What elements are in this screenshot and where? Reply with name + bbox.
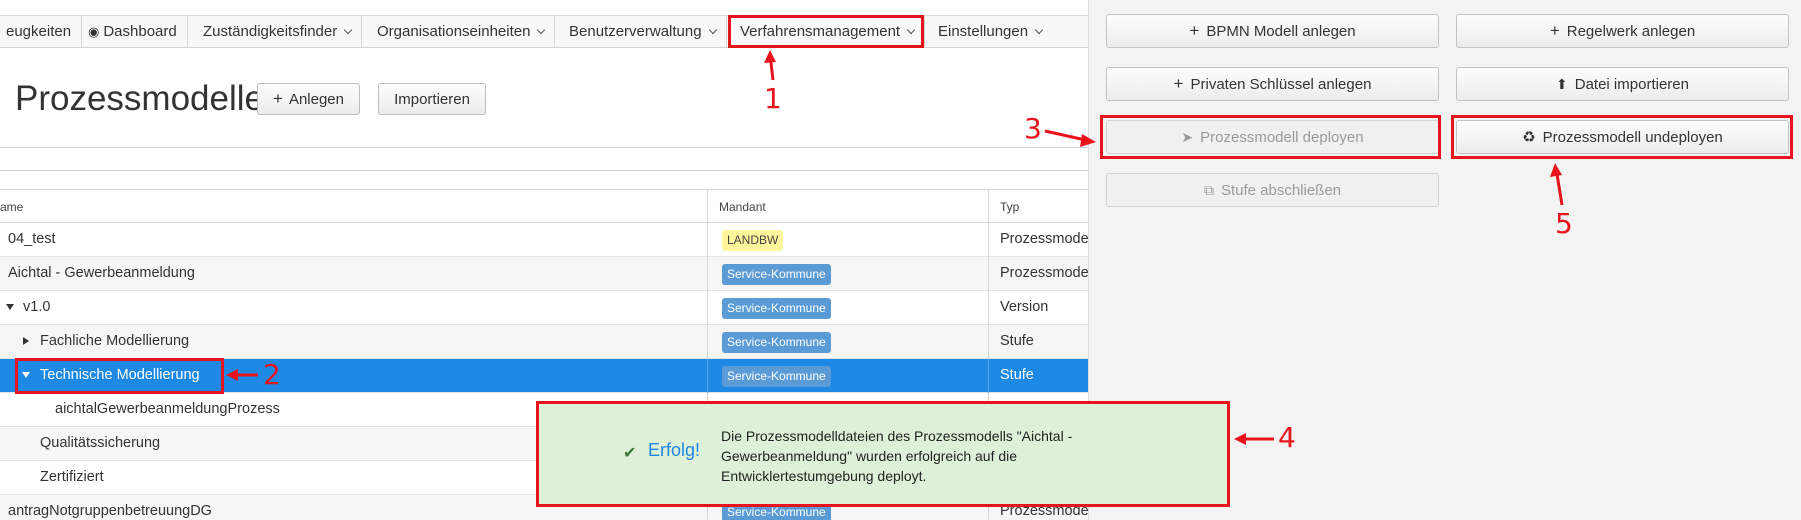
row-name: Zertifiziert (40, 469, 104, 485)
create-private-key-button[interactable]: + Privaten Schlüssel anlegen (1106, 67, 1439, 101)
annotation-number-5: 5 (1555, 207, 1573, 240)
expand-toggle[interactable] (23, 325, 29, 358)
mandant-badge: Service-Kommune (722, 298, 831, 319)
expand-toggle[interactable] (6, 291, 14, 324)
import-file-button[interactable]: ⬆ Datei importieren (1456, 67, 1789, 101)
table-row[interactable]: Aichtal - Gewerbeanmeldung Service-Kommu… (0, 257, 1089, 291)
arrowhead-1 (764, 50, 776, 63)
nav-item-label: Zuständigkeitsfinder (203, 23, 338, 40)
row-name: v1.0 (23, 299, 51, 315)
chevron-down-icon (344, 25, 353, 34)
plus-icon: + (1173, 74, 1184, 93)
nav-item-einstellungen[interactable]: Einstellungen (928, 16, 1052, 47)
mandant-badge: Service-Kommune (722, 264, 831, 285)
table-header: ame Mandant Typ (0, 189, 1088, 224)
row-type: Stufe (1000, 333, 1034, 349)
mandant-badge: Service-Kommune (722, 366, 831, 387)
nav-item-label: eugkeiten (6, 23, 72, 40)
button-label: Stufe abschließen (1220, 181, 1342, 199)
column-divider (988, 190, 989, 224)
annotation-box-2 (15, 358, 224, 394)
import-button[interactable]: Importieren (378, 83, 486, 115)
column-divider (707, 223, 708, 257)
copy-icon: ⧉ (1203, 181, 1214, 198)
nav-item-zustaendigkeiten[interactable]: eugkeiten (0, 16, 83, 47)
nav-item-label: Dashboard (103, 23, 177, 40)
mandant-badge: LANDBW (722, 230, 784, 251)
column-divider (988, 359, 989, 393)
annotation-number-4: 4 (1278, 421, 1296, 454)
import-button-label: Importieren (394, 90, 470, 108)
table-row[interactable]: v1.0 Service-Kommune Version (0, 291, 1088, 325)
chevron-down-icon (708, 25, 717, 34)
column-divider (988, 257, 989, 291)
row-type: Stufe (1000, 367, 1034, 383)
create-button[interactable]: + Anlegen (257, 83, 360, 115)
row-name: Aichtal - Gewerbeanmeldung (8, 265, 195, 281)
create-button-label: Anlegen (288, 90, 344, 108)
annotation-box-5 (1451, 115, 1793, 159)
arrow-1 (768, 53, 775, 81)
create-regelwerk-button[interactable]: + Regelwerk anlegen (1456, 14, 1789, 48)
nav-item-label: Organisationseinheiten (377, 23, 531, 40)
row-name: 04_test (8, 231, 56, 247)
main-navbar: eugkeiten ◉ Dashboard Zuständigkeitsfind… (0, 15, 1088, 48)
nav-item-benutzerverwaltung[interactable]: Benutzerverwaltung (559, 16, 727, 47)
row-name: Qualitätssicherung (40, 435, 161, 451)
button-label: Regelwerk anlegen (1566, 22, 1696, 40)
mandant-badge: Service-Kommune (722, 332, 831, 353)
divider (0, 147, 1088, 148)
column-divider (988, 325, 989, 359)
column-divider (988, 223, 989, 257)
row-type: Version (1000, 299, 1049, 315)
column-divider (707, 291, 708, 325)
button-label: Privaten Schlüssel anlegen (1190, 75, 1372, 93)
caret-down-icon (6, 304, 14, 311)
table-row[interactable]: 04_test LANDBW Prozessmode (0, 223, 1089, 257)
button-label: BPMN Modell anlegen (1206, 22, 1356, 40)
page-title: Prozessmodelle (15, 79, 264, 118)
button-label: Datei importieren (1574, 75, 1689, 93)
column-divider (707, 190, 708, 224)
close-stage-button[interactable]: ⧉ Stufe abschließen (1106, 173, 1439, 207)
annotation-box-4 (536, 401, 1230, 507)
column-divider (707, 359, 708, 393)
chevron-down-icon (1034, 25, 1044, 34)
nav-item-zustaendigkeitsfinder[interactable]: Zuständigkeitsfinder (193, 16, 363, 47)
row-name: aichtalGewerbeanmeldungProzess (55, 401, 280, 417)
annotation-number-3: 3 (1024, 112, 1042, 145)
annotation-number-1: 1 (764, 82, 782, 115)
divider (0, 170, 1088, 171)
annotation-number-2: 2 (263, 358, 281, 391)
arrow-3 (1044, 129, 1091, 143)
column-header-name[interactable]: ame (0, 190, 23, 224)
plus-icon: + (1189, 21, 1200, 40)
nav-item-dashboard[interactable]: ◉ Dashboard (78, 16, 188, 47)
row-name: Fachliche Modellierung (40, 333, 190, 349)
nav-item-organisationseinheiten[interactable]: Organisationseinheiten (367, 16, 556, 47)
column-header-mandant[interactable]: Mandant (709, 190, 766, 224)
annotation-box-3 (1100, 115, 1441, 159)
annotation-box-1 (728, 15, 924, 48)
column-divider (988, 291, 989, 325)
column-header-typ[interactable]: Typ (990, 190, 1019, 224)
table-row[interactable]: Fachliche Modellierung Service-Kommune S… (0, 325, 1088, 359)
upload-icon: ⬆ (1556, 75, 1568, 92)
plus-icon: + (273, 89, 283, 108)
row-name: antragNotgruppenbetreuungDG (8, 503, 212, 519)
create-bpmn-model-button[interactable]: + BPMN Modell anlegen (1106, 14, 1439, 48)
caret-right-icon (23, 337, 29, 346)
row-type: Prozessmode (1000, 231, 1089, 247)
column-divider (707, 325, 708, 359)
row-type: Prozessmode (1000, 265, 1089, 281)
nav-item-label: Benutzerverwaltung (569, 23, 702, 40)
dashboard-icon: ◉ (88, 24, 100, 39)
column-divider (707, 257, 708, 291)
plus-icon: + (1549, 21, 1560, 40)
nav-item-label: Einstellungen (938, 23, 1029, 40)
chevron-down-icon (537, 25, 546, 34)
